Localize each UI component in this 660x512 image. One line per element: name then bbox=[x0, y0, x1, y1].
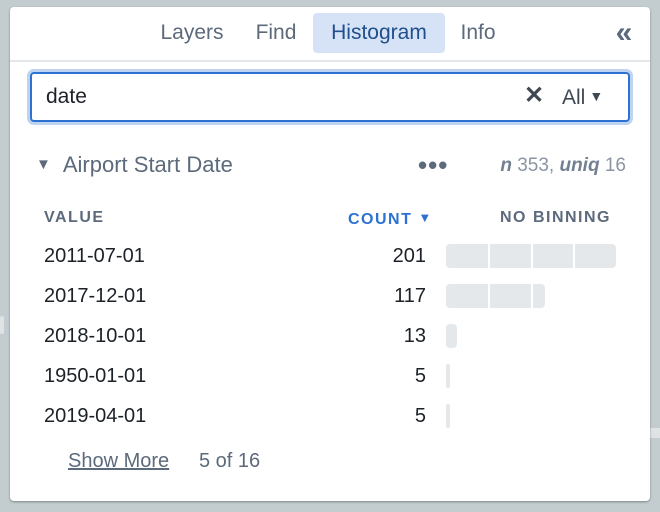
scope-select-value: All bbox=[562, 86, 586, 109]
caret-down-icon: ▼ bbox=[36, 156, 51, 173]
count-bar bbox=[446, 244, 616, 268]
bar-gridline bbox=[531, 244, 533, 268]
section-toggle[interactable]: ▼ Airport Start Date bbox=[36, 149, 233, 181]
column-header-value: VALUE bbox=[44, 209, 105, 226]
histogram-panel: Layers Find Histogram Info « ✕ All▼ ▼Air… bbox=[10, 7, 650, 501]
row-value: 2011-07-01 bbox=[44, 245, 145, 267]
count-bar bbox=[446, 284, 545, 308]
row-count: 201 bbox=[392, 245, 426, 267]
histogram-row[interactable]: 2019-04-01 5 bbox=[10, 396, 650, 436]
more-options-button[interactable]: ••• bbox=[418, 151, 448, 179]
count-bar bbox=[446, 324, 457, 348]
bar-track bbox=[446, 324, 616, 348]
count-bar bbox=[446, 364, 451, 388]
page-info: 5 of 16 bbox=[199, 450, 261, 472]
row-count: 117 bbox=[394, 285, 426, 307]
histogram-row[interactable]: 2011-07-01 201 bbox=[10, 236, 650, 276]
tab-info[interactable]: Info bbox=[452, 13, 504, 53]
bar-gridline bbox=[573, 244, 575, 268]
search-box: ✕ All▼ bbox=[30, 72, 630, 122]
uniq-label: uniq bbox=[559, 155, 600, 176]
bar-gridline bbox=[531, 284, 533, 308]
uniq-value: 16 bbox=[604, 155, 626, 176]
panel-tabs: Layers Find Histogram Info « bbox=[10, 7, 650, 62]
histogram-row[interactable]: 2017-12-01 117 bbox=[10, 276, 650, 316]
section-title: Airport Start Date bbox=[62, 152, 233, 177]
row-count: 5 bbox=[414, 405, 426, 427]
more-icon: ••• bbox=[418, 150, 449, 180]
search-input[interactable] bbox=[44, 80, 508, 114]
map-background-shape bbox=[650, 428, 660, 438]
count-bar bbox=[446, 404, 451, 428]
histogram-row[interactable]: 1950-01-01 5 bbox=[10, 356, 650, 396]
column-header-count[interactable]: COUNT ▼ bbox=[348, 207, 433, 231]
row-count: 5 bbox=[414, 365, 426, 387]
map-background-shape bbox=[0, 316, 4, 334]
double-chevron-left-icon: « bbox=[615, 16, 633, 49]
bar-track bbox=[446, 404, 616, 428]
clear-search-button[interactable]: ✕ bbox=[520, 82, 548, 110]
tab-histogram[interactable]: Histogram bbox=[313, 13, 445, 53]
row-value: 2019-04-01 bbox=[44, 405, 147, 427]
row-count: 13 bbox=[403, 325, 426, 347]
scope-select[interactable]: All ▼ bbox=[562, 82, 603, 110]
n-value: 353 bbox=[517, 155, 549, 176]
bar-track bbox=[446, 244, 616, 268]
count-label: COUNT bbox=[348, 211, 413, 228]
tab-layers[interactable]: Layers bbox=[152, 13, 232, 53]
row-value: 1950-01-01 bbox=[44, 365, 147, 387]
section-stats: n 353, uniq 16 bbox=[500, 155, 626, 176]
n-label: n bbox=[500, 155, 512, 176]
row-value: 2018-10-01 bbox=[44, 325, 147, 347]
collapse-panel-button[interactable]: « bbox=[606, 15, 636, 51]
sort-desc-icon: ▼ bbox=[418, 210, 433, 225]
row-value: 2017-12-01 bbox=[44, 285, 147, 307]
bar-track bbox=[446, 284, 616, 308]
bar-gridline bbox=[488, 284, 490, 308]
bar-gridline bbox=[488, 244, 490, 268]
show-more-link[interactable]: Show More bbox=[68, 447, 169, 475]
caret-down-icon: ▼ bbox=[589, 88, 604, 104]
histogram-row[interactable]: 2018-10-01 13 bbox=[10, 316, 650, 356]
tab-find[interactable]: Find bbox=[246, 13, 306, 53]
binning-toggle[interactable]: NO BINNING bbox=[500, 207, 611, 229]
bar-track bbox=[446, 364, 616, 388]
close-icon: ✕ bbox=[523, 82, 545, 109]
